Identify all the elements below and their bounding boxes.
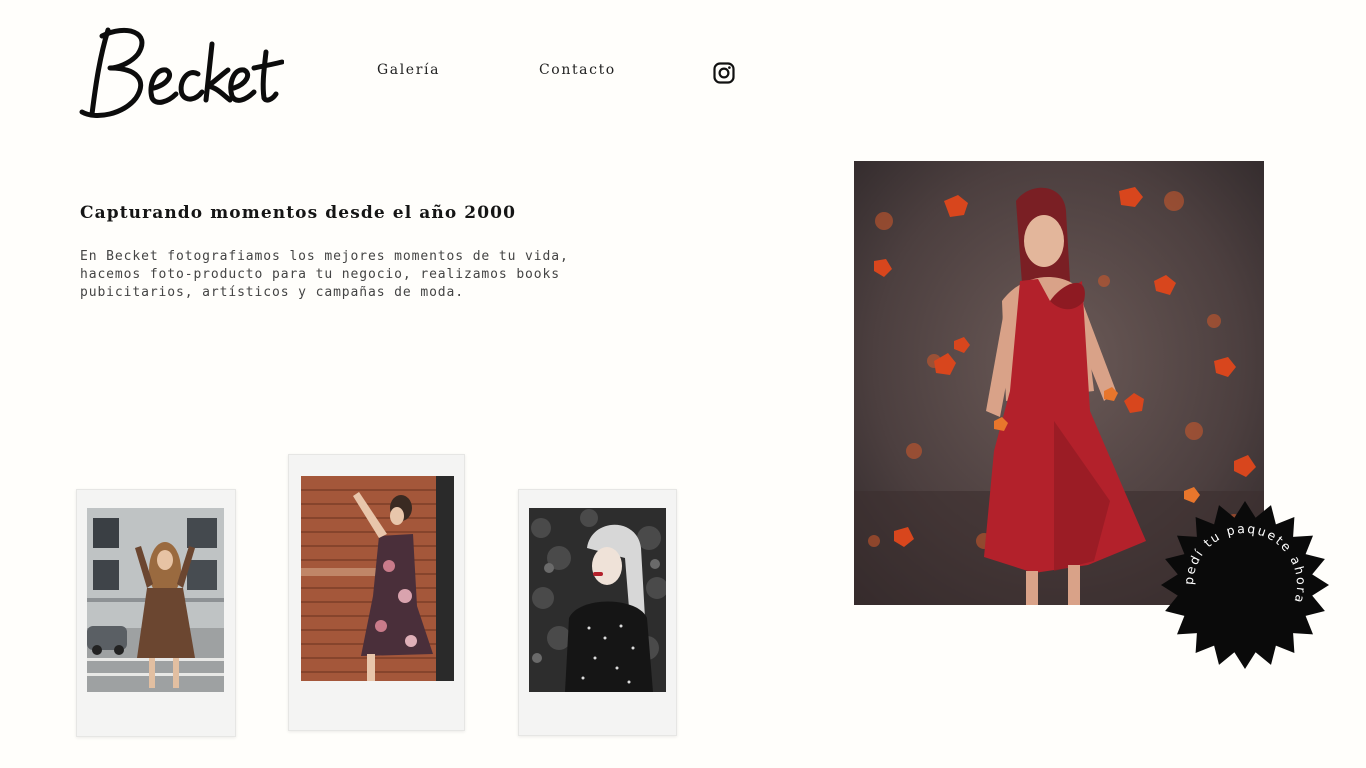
logo-handwriting	[79, 27, 285, 118]
nav-galeria-link[interactable]: Galería	[377, 62, 440, 78]
polaroid-image-brick-wall	[301, 476, 454, 681]
polaroid-image-street	[87, 508, 224, 692]
polaroid-photo-1[interactable]	[76, 489, 236, 737]
polaroid-photo-2[interactable]	[288, 454, 465, 731]
becket-logo[interactable]	[78, 22, 285, 122]
polaroid-image-foliage	[529, 508, 666, 692]
instagram-icon[interactable]	[713, 62, 735, 84]
hero-title: Capturando momentos desde el año 2000	[80, 203, 517, 223]
nav-contacto-link[interactable]: Contacto	[539, 62, 616, 78]
order-package-badge[interactable]: pedí tu paquete ahora	[1160, 500, 1330, 670]
polaroid-photo-3[interactable]	[518, 489, 677, 736]
hero-description: En Becket fotografiamos los mejores mome…	[80, 249, 569, 300]
